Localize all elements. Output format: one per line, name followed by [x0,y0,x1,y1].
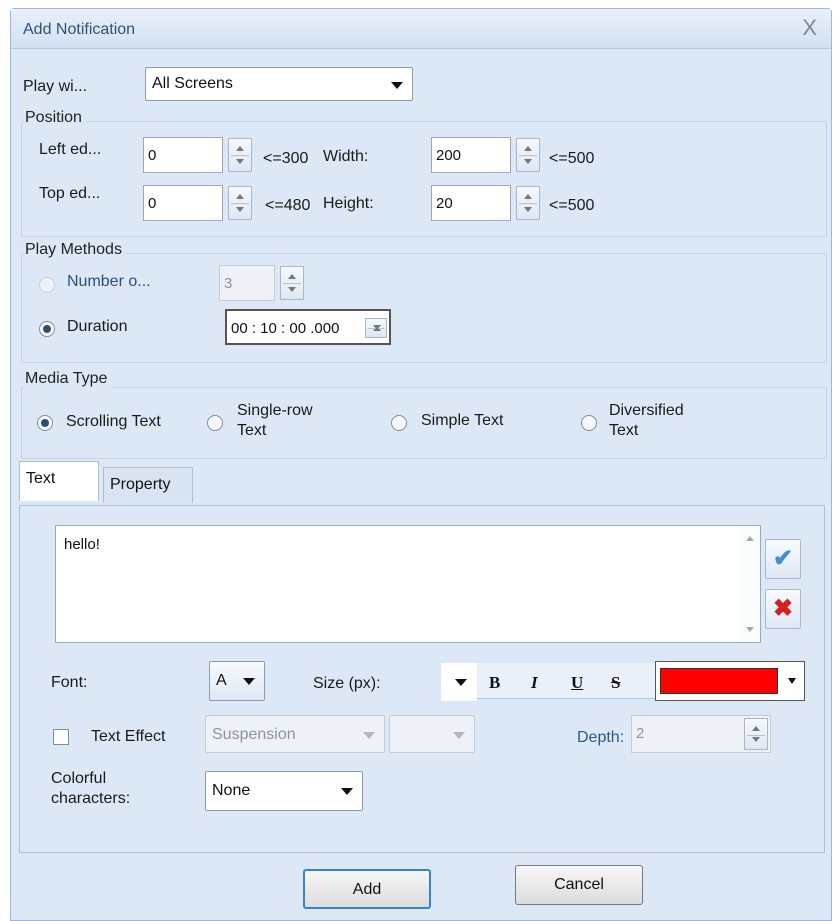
checkmark-icon: ✔ [772,545,794,572]
colorful-characters-select[interactable]: None [205,771,363,811]
title-bar: Add Notification X [11,9,831,49]
top-edge-label: Top ed... [39,185,101,202]
play-with-value: All Screens [152,75,233,92]
size-label: Size (px): [313,675,381,692]
top-edge-stepper[interactable]: 0 [143,185,252,221]
media-scrolling-text-radio[interactable] [37,415,53,431]
media-simple-text-radio[interactable] [391,415,407,431]
duration-time-input[interactable]: 00 : 10 : 00 .000 [225,309,391,345]
chevron-down-icon [788,678,796,684]
left-edge-label: Left ed... [39,141,102,158]
text-effect-label: Text Effect [91,728,166,745]
top-edge-limit: <=480 [265,197,311,214]
scroll-down-icon[interactable] [746,627,754,632]
media-simple-text-label: Simple Text [421,412,504,429]
play-with-label: Play wi... [23,78,88,95]
chevron-down-icon [243,678,255,685]
text-effect-checkbox[interactable] [53,729,69,745]
media-diversified-text-radio[interactable] [581,415,597,431]
width-stepper[interactable]: 200 [431,137,540,173]
play-with-select[interactable]: All Screens [145,67,413,101]
italic-button[interactable]: I [531,673,538,693]
top-edge-value: 0 [148,195,157,212]
left-edge-value: 0 [148,147,157,164]
width-limit: <=500 [549,150,595,167]
cancel-button[interactable]: Cancel [515,865,643,905]
underline-button[interactable]: U [571,673,583,693]
duration-value: 00 : 10 : 00 .000 [231,320,340,337]
message-textarea[interactable]: hello! [55,525,761,643]
format-toolbar [477,663,657,699]
position-group [21,121,827,237]
spin-arrows-icon[interactable] [744,718,768,750]
message-text: hello! [64,536,100,553]
number-of-radio[interactable] [39,277,55,293]
strikethrough-button[interactable]: S [611,673,620,693]
spin-arrows-icon[interactable] [228,138,252,172]
height-label: Height: [323,195,374,212]
add-notification-dialog: Add Notification X Play wi... All Screen… [10,8,832,921]
height-stepper[interactable]: 20 [431,185,540,221]
spin-arrows-icon[interactable] [516,138,540,172]
colorful-characters-value: None [212,782,251,799]
add-button[interactable]: Add [303,869,431,909]
duration-radio[interactable] [39,321,55,337]
effect-select[interactable]: Suspension [205,715,385,753]
number-of-label: Number o... [67,273,151,290]
confirm-checkmark-button[interactable]: ✔ [765,539,801,579]
chevron-down-icon [341,788,353,795]
scroll-up-icon[interactable] [746,536,754,541]
number-of-stepper[interactable]: 3 [219,265,304,301]
chevron-down-icon [391,82,403,89]
play-methods-group [21,253,827,363]
left-edge-stepper[interactable]: 0 [143,137,252,173]
width-value: 200 [436,147,462,164]
red-x-icon: ✖ [772,595,794,622]
spin-arrows-icon[interactable] [365,318,387,338]
chevron-down-icon [363,732,375,739]
font-select[interactable]: A [209,661,265,701]
height-value: 20 [436,195,453,212]
delete-button[interactable]: ✖ [765,589,801,629]
tab-text[interactable]: Text [19,461,99,501]
spin-arrows-icon[interactable] [228,186,252,220]
spin-arrows-icon[interactable] [516,186,540,220]
tab-property[interactable]: Property [103,467,193,503]
chevron-down-icon [455,679,467,686]
font-label: Font: [51,674,88,691]
chevron-down-icon [453,732,465,739]
font-value: A [216,672,227,689]
play-methods-group-label: Play Methods [25,241,126,259]
close-icon[interactable]: X [802,15,817,41]
textarea-scrollbar[interactable] [740,526,760,642]
window-title: Add Notification [23,21,136,38]
position-group-label: Position [25,109,86,127]
bold-button[interactable]: B [489,673,500,693]
height-limit: <=500 [549,197,595,214]
media-diversified-text-label: Diversified Text [609,402,684,439]
number-of-value: 3 [224,275,233,292]
depth-value: 2 [636,725,645,742]
color-swatch [660,668,778,694]
text-color-picker[interactable] [655,661,805,701]
media-single-row-text-radio[interactable] [207,415,223,431]
colorful-characters-label: Colorful characters: [51,770,131,807]
media-single-row-text-label: Single-row Text [237,402,313,439]
duration-label: Duration [67,318,128,335]
media-scrolling-text-label: Scrolling Text [66,413,161,430]
effect-value: Suspension [212,726,296,743]
depth-stepper[interactable]: 2 [631,715,771,753]
media-type-group-label: Media Type [25,370,112,388]
left-edge-limit: <=300 [263,150,309,167]
size-select[interactable] [441,663,477,701]
depth-label: Depth: [577,729,625,746]
spin-arrows-icon[interactable] [280,266,304,300]
width-label: Width: [323,148,369,165]
effect-option-select[interactable] [389,715,475,753]
